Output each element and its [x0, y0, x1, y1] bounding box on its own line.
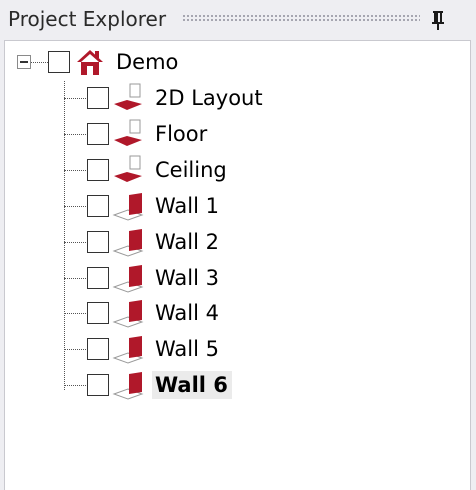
home-icon	[77, 50, 103, 75]
node-checkbox[interactable]	[87, 302, 109, 324]
wall-icon	[112, 229, 144, 257]
node-checkbox[interactable]	[87, 267, 109, 289]
pin-icon[interactable]	[424, 6, 452, 34]
tree-node-label: Ceiling	[155, 158, 227, 182]
tree-guide-line	[64, 170, 88, 171]
tree-guide-line	[64, 349, 88, 350]
node-checkbox[interactable]	[87, 195, 109, 217]
tree-node-label: Wall 5	[155, 337, 219, 361]
tree-node-label: Wall 4	[155, 301, 219, 325]
panel-titlebar[interactable]: Project Explorer	[0, 0, 476, 40]
tree-guide-line	[64, 385, 88, 386]
wall-icon	[112, 336, 144, 364]
project-explorer-panel: Project Explorer	[0, 0, 476, 490]
node-checkbox[interactable]	[87, 159, 109, 181]
tree-node-label: Wall 2	[155, 230, 219, 254]
tree-guide-line	[64, 242, 88, 243]
tree-guide-line	[64, 134, 88, 135]
tree-guide-line	[31, 62, 48, 63]
tree-guide-line	[64, 206, 88, 207]
ceiling-plane-icon	[114, 155, 142, 182]
floor-plane-icon	[114, 119, 142, 146]
tree-guide-line	[64, 278, 88, 279]
tree-node-label: Floor	[155, 122, 208, 146]
tree-node-label: Wall 3	[155, 266, 219, 290]
wall-icon	[112, 300, 144, 328]
node-checkbox[interactable]	[87, 123, 109, 145]
tree-guide-line	[64, 98, 88, 99]
wall-icon	[112, 265, 144, 293]
tree-guide-line	[64, 81, 65, 390]
panel-title: Project Explorer	[8, 7, 167, 31]
wall-icon	[112, 372, 144, 400]
node-checkbox[interactable]	[87, 374, 109, 396]
node-checkbox[interactable]	[48, 51, 70, 73]
drag-grip[interactable]	[182, 14, 420, 22]
tree-node-label: Wall 6	[152, 371, 232, 399]
wall-icon	[112, 193, 144, 221]
node-checkbox[interactable]	[87, 87, 109, 109]
tree-node-label: Demo	[116, 50, 179, 74]
tree-node-label: 2D Layout	[155, 86, 263, 110]
tree-guide-line	[64, 313, 88, 314]
layout-plane-icon	[114, 83, 142, 110]
node-checkbox[interactable]	[87, 338, 109, 360]
node-checkbox[interactable]	[87, 231, 109, 253]
tree-node-label: Wall 1	[155, 194, 219, 218]
collapse-toggle-icon[interactable]	[17, 55, 31, 69]
